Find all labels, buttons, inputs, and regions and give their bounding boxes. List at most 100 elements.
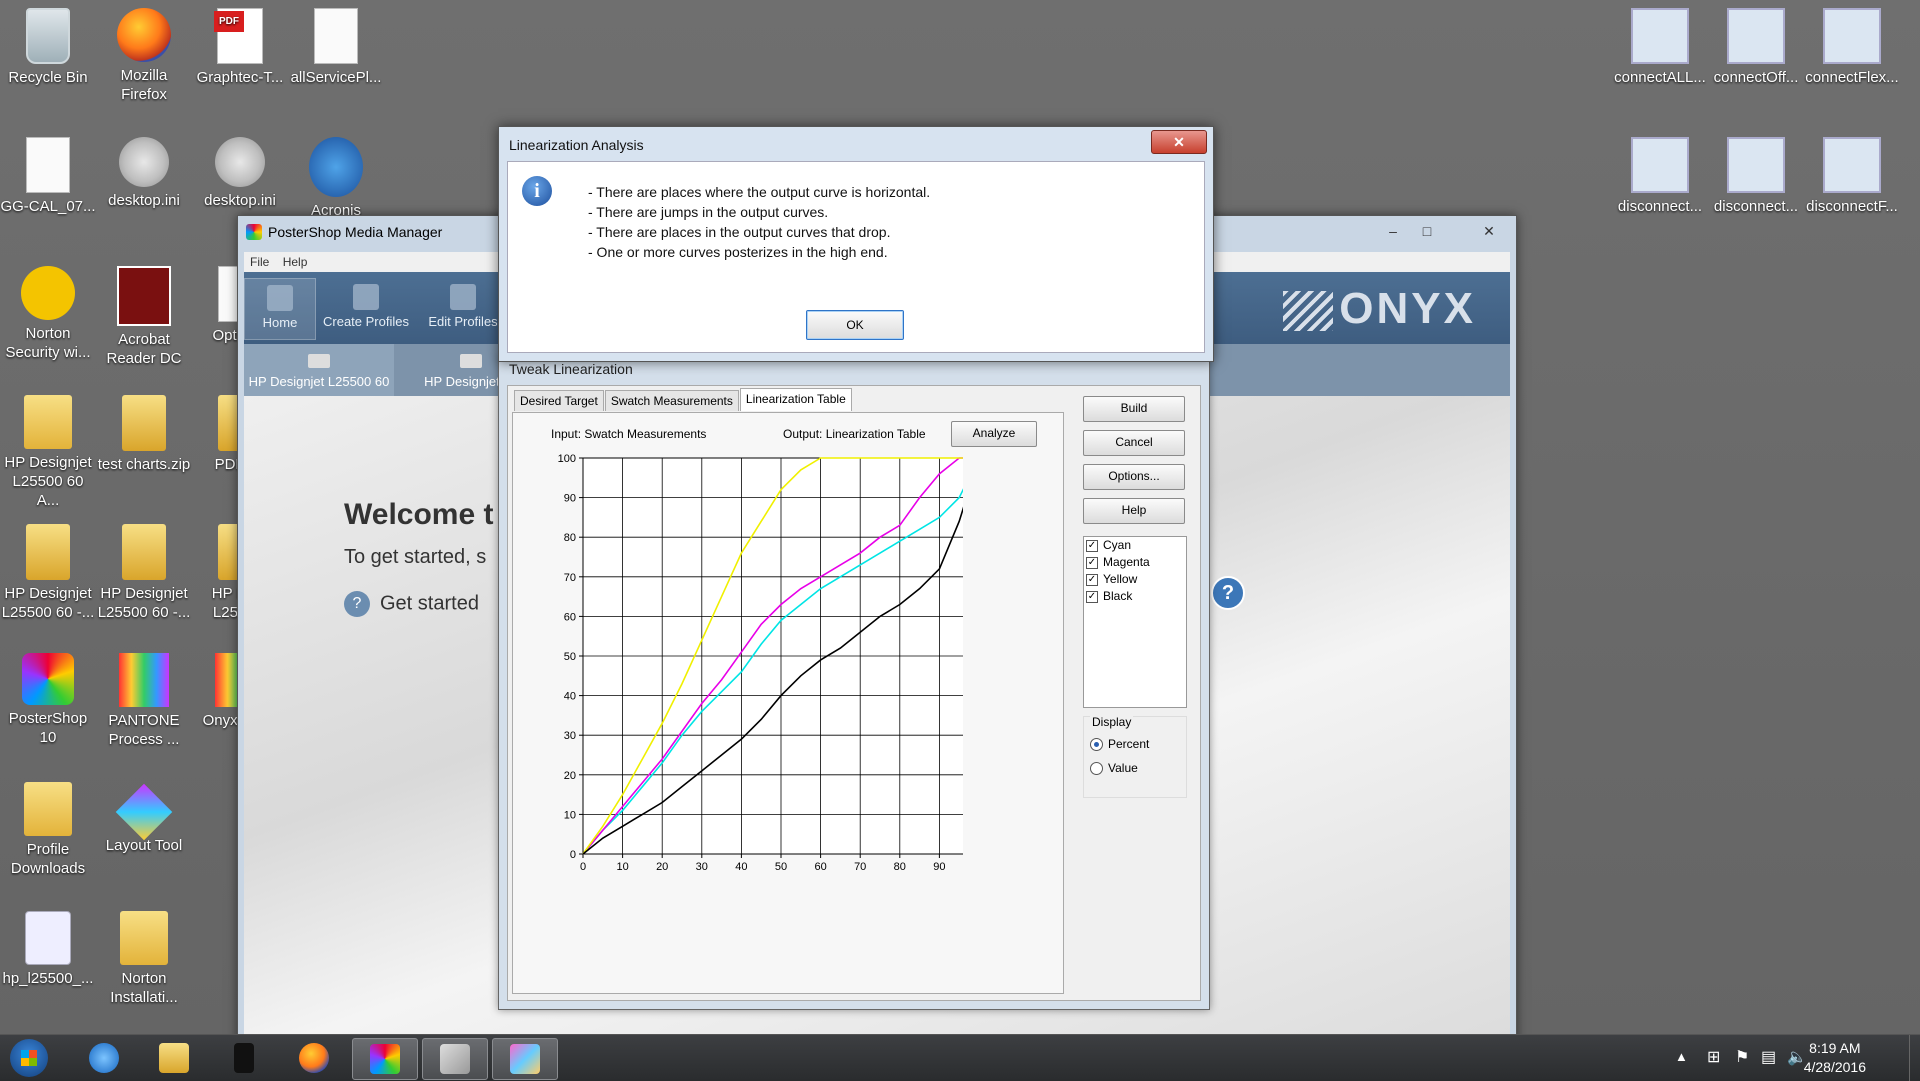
- desktop-icon-label: Acrobat Reader DC: [106, 331, 182, 367]
- desktop-icon[interactable]: Graphtec-T...: [192, 8, 288, 87]
- y-tick-label: 50: [564, 651, 576, 663]
- clock[interactable]: 8:19 AM 4/28/2016: [1804, 1039, 1866, 1077]
- close-icon[interactable]: ✕: [1151, 130, 1207, 154]
- zip-icon: [26, 524, 70, 580]
- taskbar-paint[interactable]: [492, 1038, 558, 1080]
- desktop-icon[interactable]: GG-CAL_07...: [0, 137, 96, 216]
- menu-file[interactable]: File: [250, 255, 269, 269]
- build-button[interactable]: Build: [1083, 396, 1185, 422]
- percent-radio[interactable]: Percent: [1090, 737, 1150, 752]
- y-tick-label: 90: [564, 493, 576, 505]
- options-button[interactable]: Options...: [1083, 464, 1185, 490]
- desktop-icon[interactable]: Norton Security wi...: [0, 266, 96, 362]
- norton-icon: [21, 266, 75, 320]
- windows-icon[interactable]: ⊞: [1707, 1047, 1720, 1067]
- magenta-checkbox[interactable]: ✓ Magenta: [1084, 554, 1186, 571]
- desktop-icon[interactable]: connectOff...: [1708, 8, 1804, 87]
- value-radio[interactable]: Value: [1090, 761, 1138, 776]
- onyx-logo: ONYX: [1283, 284, 1476, 334]
- tweak-linearization-dialog: Tweak Linearization Desired Target Swatch…: [498, 356, 1210, 1010]
- get-started-link[interactable]: ? Get started: [344, 591, 479, 617]
- desktop-icon[interactable]: connectFlex...: [1804, 8, 1900, 87]
- taskbar-app[interactable]: [212, 1038, 276, 1078]
- get-started-text: To get started, s: [344, 546, 487, 568]
- y-tick-label: 30: [564, 730, 576, 742]
- desktop-icon-label: allServicePl...: [290, 69, 382, 86]
- desktop-icon[interactable]: PANTONE Process ...: [96, 653, 192, 749]
- taskbar-internet-explorer[interactable]: [72, 1038, 136, 1078]
- desktop-icon[interactable]: HP Designjet L25500 60 -...: [96, 524, 192, 622]
- percent-label: Percent: [1108, 737, 1150, 751]
- desktop-icon[interactable]: hp_l25500_...: [0, 911, 96, 988]
- taskbar-postershop[interactable]: [352, 1038, 418, 1080]
- cyan-checkbox[interactable]: ✓ Cyan: [1084, 537, 1186, 554]
- taskbar-firefox[interactable]: [282, 1038, 346, 1078]
- display-group: Display Percent Value: [1083, 715, 1187, 798]
- show-desktop-button[interactable]: [1909, 1035, 1920, 1081]
- desktop-icon[interactable]: Layout Tool: [96, 782, 192, 855]
- desktop-icon[interactable]: HP Designjet L25500 60 -...: [0, 524, 96, 622]
- ribbon-create-profiles-button[interactable]: Create Profiles: [316, 278, 416, 338]
- desktop-icon[interactable]: connectALL...: [1612, 8, 1708, 87]
- settings-shortcut-icon: [1727, 8, 1785, 64]
- desktop-icon-label: GG-CAL_07...: [0, 198, 96, 215]
- yellow-checkbox[interactable]: ✓ Yellow: [1084, 571, 1186, 588]
- acrobat-icon: [117, 266, 171, 326]
- desktop-icon[interactable]: PosterShop 10: [0, 653, 96, 747]
- y-tick-label: 80: [564, 532, 576, 544]
- analysis-body: i - There are places where the output cu…: [507, 161, 1205, 353]
- desktop-icon[interactable]: disconnect...: [1612, 137, 1708, 216]
- desktop-icon[interactable]: Mozilla Firefox: [96, 8, 192, 104]
- clock-date: 4/28/2016: [1803, 1059, 1866, 1075]
- desktop-icon[interactable]: Norton Installati...: [96, 911, 192, 1007]
- value-label: Value: [1108, 761, 1138, 775]
- gear-icon: [119, 137, 169, 187]
- printer-icon: [460, 354, 482, 368]
- ribbon-home-button[interactable]: Home: [244, 278, 316, 340]
- ribbon-home-label: Home: [262, 315, 298, 330]
- taskbar-file-explorer[interactable]: [142, 1038, 206, 1078]
- desktop-icon-label: HP Designjet L25500 60 -...: [97, 585, 191, 621]
- info-icon: i: [522, 176, 552, 206]
- printer-item[interactable]: HP Designjet L25500 60: [244, 344, 394, 396]
- cancel-button[interactable]: Cancel: [1083, 430, 1185, 456]
- desktop-icon[interactable]: desktop.ini: [192, 137, 288, 210]
- x-tick-label: 70: [854, 861, 866, 873]
- help-icon[interactable]: ?: [1211, 576, 1245, 610]
- black-checkbox[interactable]: ✓ Black: [1084, 588, 1186, 605]
- desktop-icon[interactable]: HP Designjet L25500 60 A...: [0, 395, 96, 510]
- desktop-icon[interactable]: disconnectF...: [1804, 137, 1900, 216]
- flag-icon[interactable]: ⚑: [1735, 1047, 1749, 1067]
- internet-explorer-icon: [89, 1043, 119, 1073]
- tab-linearization-table[interactable]: Linearization Table: [739, 388, 852, 411]
- close-icon[interactable]: ✕: [1476, 222, 1502, 240]
- desktop-icon[interactable]: disconnect...: [1708, 137, 1804, 216]
- checkbox-checked-icon: ✓: [1086, 573, 1098, 586]
- gear-icon: [215, 137, 265, 187]
- minimize-icon[interactable]: –: [1380, 222, 1406, 240]
- firefox-icon: [299, 1043, 329, 1073]
- analyze-button[interactable]: Analyze: [951, 421, 1037, 447]
- y-tick-label: 0: [570, 849, 576, 861]
- ribbon-edit-profiles-button[interactable]: Edit Profiles: [418, 278, 508, 338]
- desktop-icon[interactable]: desktop.ini: [96, 137, 192, 210]
- desktop-icon[interactable]: allServicePl...: [288, 8, 384, 87]
- desktop-icon[interactable]: test charts.zip: [96, 395, 192, 474]
- show-hidden-icons-icon[interactable]: ▲: [1675, 1049, 1688, 1064]
- tab-swatch-measurements[interactable]: Swatch Measurements: [604, 390, 739, 411]
- desktop-icon[interactable]: Acrobat Reader DC: [96, 266, 192, 368]
- tab-desired-target[interactable]: Desired Target: [514, 390, 604, 411]
- help-button[interactable]: Help: [1083, 498, 1185, 524]
- magenta-label: Magenta: [1103, 555, 1150, 569]
- radio-selected-icon: [1090, 738, 1103, 752]
- maximize-icon[interactable]: □: [1414, 222, 1440, 240]
- start-button[interactable]: [10, 1039, 48, 1077]
- desktop-icon[interactable]: Recycle Bin: [0, 8, 96, 87]
- desktop-icon[interactable]: Profile Downloads: [0, 782, 96, 878]
- menu-help[interactable]: Help: [283, 255, 308, 269]
- zip-icon: [122, 524, 166, 580]
- network-icon[interactable]: ▤: [1761, 1047, 1776, 1067]
- taskbar-media-manager[interactable]: [422, 1038, 488, 1080]
- desktop-icon-label: disconnect...: [1713, 198, 1799, 215]
- ok-button[interactable]: OK: [806, 310, 904, 340]
